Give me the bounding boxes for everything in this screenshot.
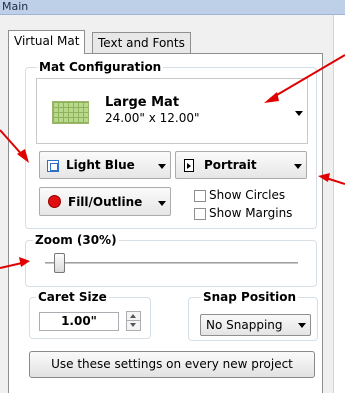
mat-selector[interactable]: Large Mat 24.00" x 12.00" xyxy=(36,78,308,144)
square-outline-icon xyxy=(47,160,59,172)
mat-size: 24.00" x 12.00" xyxy=(105,111,200,125)
mat-configuration-legend: Mat Configuration xyxy=(37,59,164,75)
portrait-icon xyxy=(184,159,194,172)
chevron-down-icon xyxy=(295,111,303,116)
snap-position-legend: Snap Position xyxy=(201,289,298,305)
caret-size-spinner[interactable] xyxy=(126,311,141,331)
zoom-slider-track[interactable] xyxy=(45,262,298,264)
mat-name: Large Mat xyxy=(105,95,180,110)
chevron-down-icon xyxy=(298,323,306,328)
show-margins-label: Show Margins xyxy=(209,206,293,220)
tab-text-and-fonts[interactable]: Text and Fonts xyxy=(92,32,191,54)
orientation-dropdown[interactable]: Portrait xyxy=(175,151,307,179)
show-circles-checkbox[interactable] xyxy=(194,190,206,202)
snap-position-select[interactable]: No Snapping xyxy=(200,314,311,336)
caret-size-input[interactable]: 1.00" xyxy=(39,312,119,331)
show-circles-label: Show Circles xyxy=(209,188,286,202)
caret-size-legend: Caret Size xyxy=(36,289,109,305)
color-dropdown[interactable]: Light Blue xyxy=(39,151,171,179)
red-circle-icon xyxy=(48,195,61,208)
fill-outline-dropdown[interactable]: Fill/Outline xyxy=(39,187,171,216)
chevron-down-icon xyxy=(294,164,302,169)
color-label: Light Blue xyxy=(66,158,135,172)
window-title: Main xyxy=(0,0,345,15)
zoom-legend: Zoom (30%) xyxy=(33,232,119,248)
tab-virtual-mat[interactable]: Virtual Mat xyxy=(8,30,86,54)
chevron-down-icon xyxy=(158,164,166,169)
mat-thumbnail-icon xyxy=(52,101,89,124)
chevron-down-icon xyxy=(158,201,166,206)
snap-position-value: No Snapping xyxy=(206,318,283,332)
show-margins-checkbox[interactable] xyxy=(194,208,206,220)
zoom-slider-thumb[interactable] xyxy=(54,253,65,273)
spin-down-icon[interactable] xyxy=(127,321,140,330)
apply-to-new-projects-button[interactable]: Use these settings on every new project xyxy=(29,351,315,378)
spin-up-icon[interactable] xyxy=(127,312,140,321)
fill-outline-label: Fill/Outline xyxy=(68,195,143,209)
orientation-label: Portrait xyxy=(204,158,257,172)
